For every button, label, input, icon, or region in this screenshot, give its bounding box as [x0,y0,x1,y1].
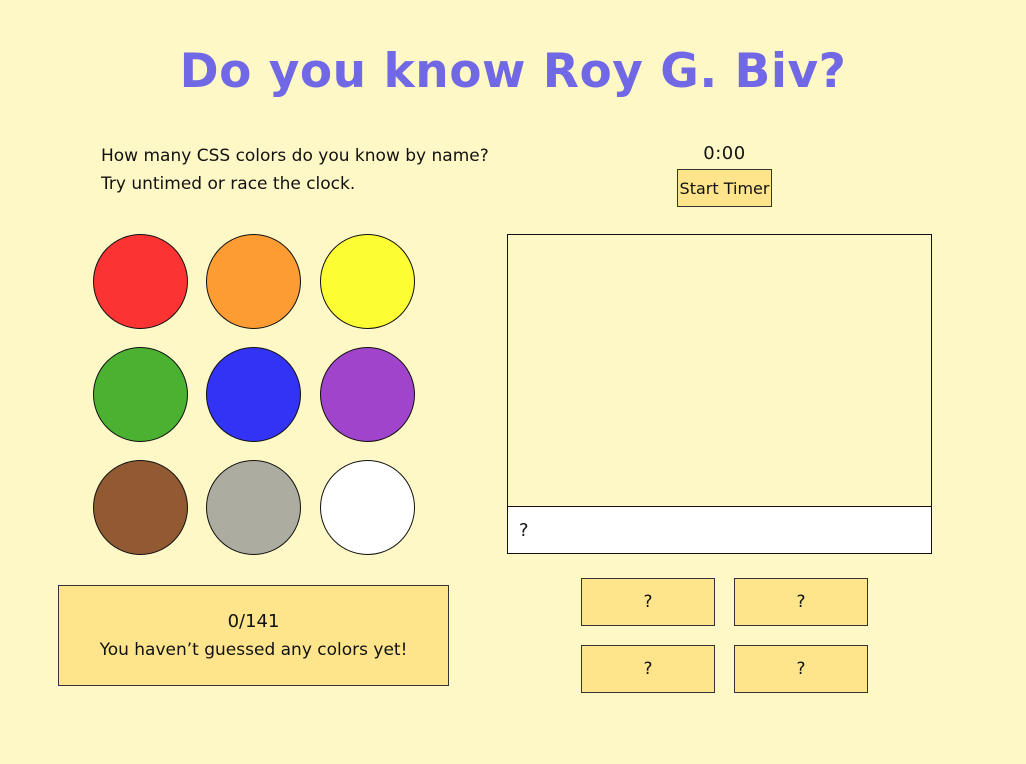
swatch-brown [93,460,188,555]
swatch-yellow [320,234,415,329]
score-message: You haven’t guessed any colors yet! [99,640,408,660]
choice-button-3[interactable]: ? [581,645,715,693]
choice-button-2[interactable]: ? [734,578,868,626]
start-timer-button[interactable]: Start Timer [677,169,772,207]
choice-button-4[interactable]: ? [734,645,868,693]
swatch-gray [206,460,301,555]
intro-line-instruction: Try untimed or race the clock. [101,174,356,194]
guessed-colors-area [507,234,932,507]
swatch-green [93,347,188,442]
choice-button-1[interactable]: ? [581,578,715,626]
score-count: 0/141 [227,611,280,632]
intro-text: How many CSS colors do you know by name?… [101,142,489,198]
swatch-red [93,234,188,329]
swatch-purple [320,347,415,442]
swatch-blue [206,347,301,442]
intro-line-question: How many CSS colors do you know by name? [101,146,489,166]
page-title: Do you know Roy G. Biv? [179,44,847,99]
score-panel: 0/141 You haven’t guessed any colors yet… [58,585,449,686]
timer-display: 0:00 [703,143,746,164]
color-guess-input[interactable] [507,506,932,554]
timer-section: 0:00 Start Timer [677,142,772,207]
swatch-white [320,460,415,555]
swatch-orange [206,234,301,329]
